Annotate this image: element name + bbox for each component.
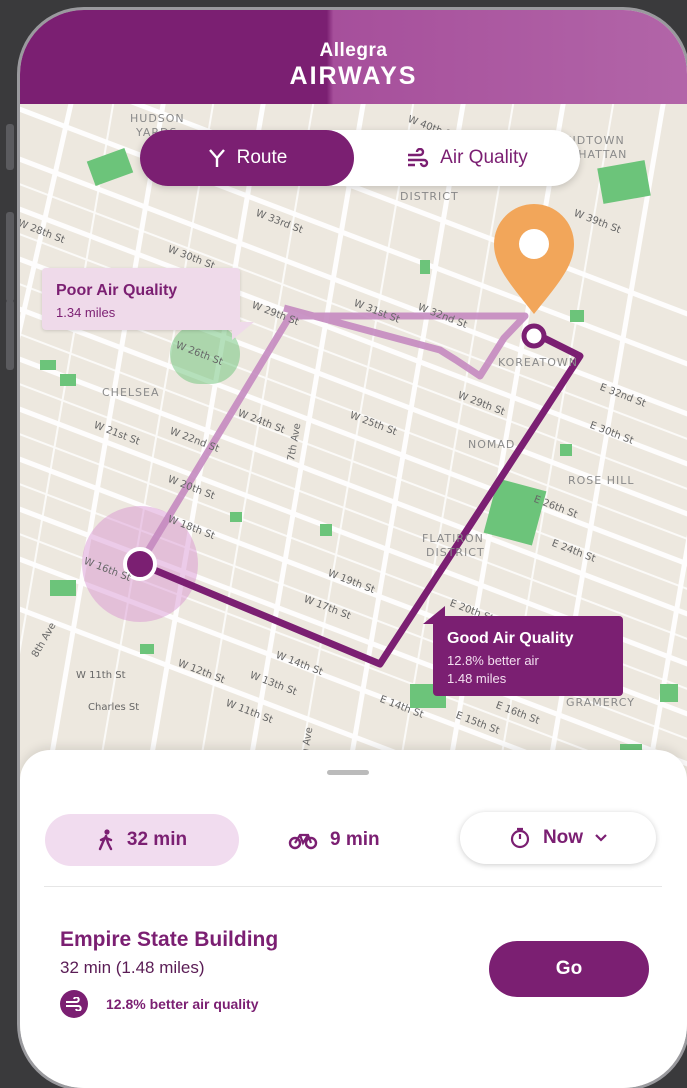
air-quality-tab-label: Air Quality bbox=[440, 147, 528, 168]
air-quality-summary: 12.8% better air quality bbox=[106, 996, 259, 1012]
route-icon bbox=[208, 149, 225, 167]
go-button[interactable]: Go bbox=[489, 941, 649, 997]
map-area-label: DISTRICT bbox=[400, 190, 459, 203]
good-air-detail: 12.8% better air bbox=[447, 653, 539, 668]
side-button bbox=[6, 124, 14, 170]
good-air-callout[interactable]: Good Air Quality 12.8% better air 1.48 m… bbox=[423, 606, 623, 696]
depart-time-select[interactable]: Now bbox=[460, 812, 656, 864]
divider bbox=[44, 886, 662, 887]
good-air-distance: 1.48 miles bbox=[447, 671, 507, 686]
route-tab-label: Route bbox=[236, 147, 288, 168]
destination-name: Empire State Building bbox=[60, 928, 279, 951]
air-quality-icon bbox=[408, 148, 429, 168]
destination-pin-icon[interactable] bbox=[494, 204, 574, 314]
air-quality-badge bbox=[60, 990, 88, 1018]
map-area-label: GRAMERCY bbox=[566, 696, 635, 709]
bike-mode-button[interactable]: 9 min bbox=[288, 814, 380, 866]
walk-icon bbox=[98, 829, 113, 851]
air-quality-icon bbox=[66, 997, 82, 1011]
poor-air-title: Poor Air Quality bbox=[56, 282, 178, 299]
chevron-down-icon bbox=[595, 834, 607, 842]
map-area-label: KOREATOWN bbox=[498, 356, 579, 369]
timer-icon bbox=[510, 827, 530, 849]
map-area-label: HUDSON bbox=[130, 112, 185, 125]
map-area-label: FLATIRON bbox=[422, 532, 484, 545]
walk-mode-button[interactable]: 32 min bbox=[45, 814, 239, 866]
brand-logo-text: AIRWAYS bbox=[289, 62, 418, 90]
air-quality-tab[interactable]: Air Quality bbox=[354, 130, 580, 186]
app-header: Allegra AIRWAYS bbox=[20, 10, 687, 104]
bike-time: 9 min bbox=[330, 829, 380, 850]
route-mode-toggle: Route Air Quality bbox=[140, 130, 580, 186]
brand-name: Allegra bbox=[319, 40, 388, 61]
poor-air-callout[interactable]: Poor Air Quality 1.34 miles bbox=[42, 268, 254, 340]
map-area-label: DISTRICT bbox=[426, 546, 485, 559]
street-label: W 11th St bbox=[76, 670, 126, 681]
destination-meta: 32 min (1.48 miles) bbox=[60, 958, 205, 977]
bike-icon bbox=[288, 833, 318, 850]
side-button bbox=[6, 212, 14, 302]
side-button bbox=[6, 300, 14, 370]
phone-frame: Allegra AIRWAYS HUDSON MIDTOWN MANHATTAN… bbox=[20, 10, 687, 1088]
poor-air-distance: 1.34 miles bbox=[56, 305, 116, 320]
map-area-label: ROSE HILL bbox=[568, 474, 635, 487]
street-label: Charles St bbox=[88, 702, 140, 713]
walk-time: 32 min bbox=[126, 829, 188, 850]
sheet-drag-handle[interactable] bbox=[327, 770, 369, 775]
good-air-title: Good Air Quality bbox=[447, 630, 574, 647]
bottom-sheet: 32 min 9 min Now Empire State Building 3… bbox=[20, 750, 687, 1088]
map-area-label: NOMAD bbox=[468, 438, 516, 451]
route-tab[interactable]: Route bbox=[140, 130, 354, 186]
depart-time-value: Now bbox=[542, 827, 584, 848]
map-area-label: CHELSEA bbox=[102, 386, 160, 399]
